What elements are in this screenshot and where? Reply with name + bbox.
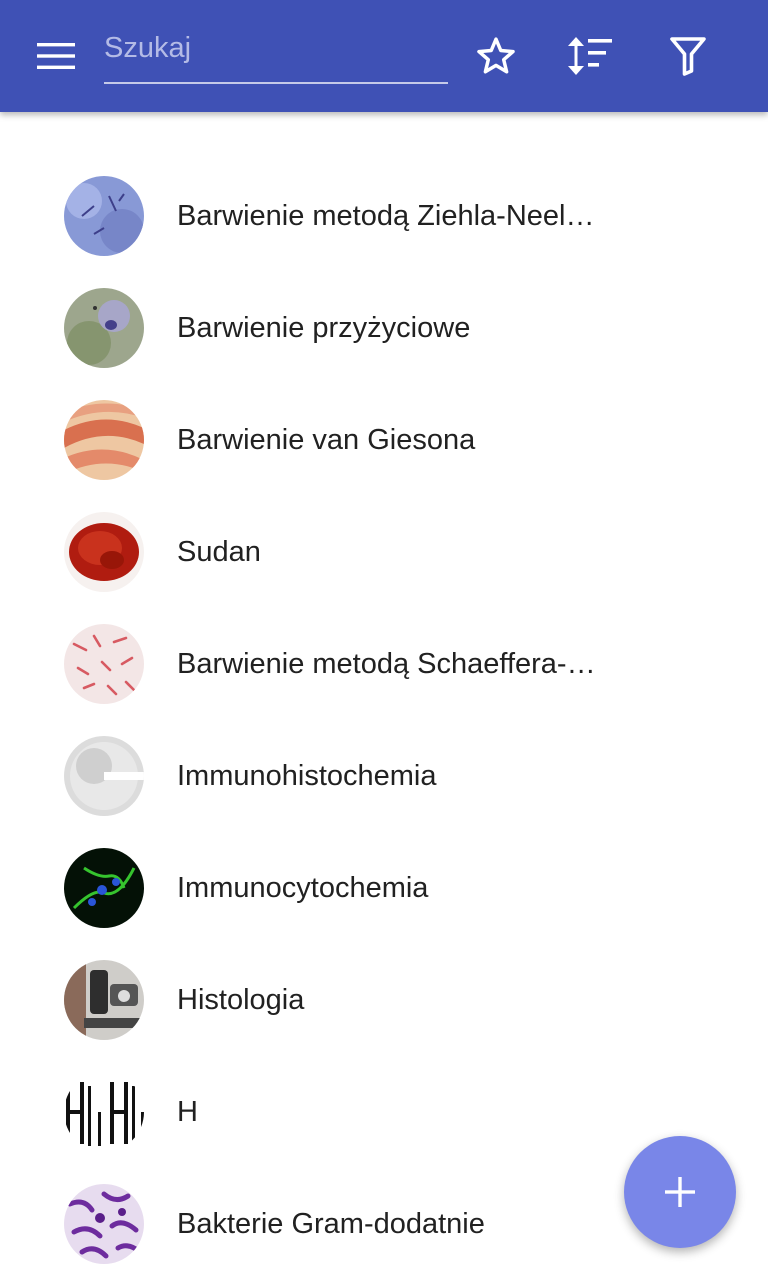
list-item[interactable]: Immunohistochemia xyxy=(0,720,768,832)
item-thumbnail xyxy=(64,736,144,816)
list-item[interactable]: Histologia xyxy=(0,944,768,1056)
item-thumbnail xyxy=(64,176,144,256)
item-thumbnail xyxy=(64,624,144,704)
item-thumbnail xyxy=(64,1072,144,1152)
item-label: Barwienie przyżyciowe xyxy=(177,312,471,344)
item-label: Immunocytochemia xyxy=(177,872,429,904)
search-input[interactable] xyxy=(104,24,448,72)
item-label: Barwienie metodą Ziehla-Neelsena xyxy=(177,200,597,232)
item-label: Barwienie van Giesona xyxy=(177,424,476,456)
item-label: Histologia xyxy=(177,984,305,1016)
filter-icon xyxy=(670,37,706,76)
plus-icon xyxy=(665,1177,695,1207)
list-item[interactable]: Sudan xyxy=(0,496,768,608)
filter-button[interactable] xyxy=(660,30,716,82)
item-thumbnail xyxy=(64,512,144,592)
search-field xyxy=(104,24,448,84)
star-icon xyxy=(477,37,515,74)
favorites-button[interactable] xyxy=(468,30,524,82)
add-button[interactable] xyxy=(624,1136,736,1248)
item-thumbnail xyxy=(64,960,144,1040)
list-item[interactable]: Barwienie metodą Ziehla-Neelsena xyxy=(0,160,768,272)
item-label: Barwienie metodą Schaeffera-Fultona xyxy=(177,648,597,680)
item-label: Immunohistochemia xyxy=(177,760,437,792)
item-label: Bakterie Gram-dodatnie xyxy=(177,1208,485,1240)
list-item[interactable]: Barwienie metodą Schaeffera-Fultona xyxy=(0,608,768,720)
item-label: H xyxy=(177,1096,198,1128)
item-label: Sudan xyxy=(177,536,261,568)
list-item[interactable]: Immunocytochemia xyxy=(0,832,768,944)
list-item[interactable]: Barwienie przyżyciowe xyxy=(0,272,768,384)
sort-button[interactable] xyxy=(563,30,619,82)
list-item[interactable]: Barwienie van Giesona xyxy=(0,384,768,496)
sort-icon xyxy=(568,37,612,75)
app-bar xyxy=(0,0,768,112)
item-thumbnail xyxy=(64,288,144,368)
item-thumbnail xyxy=(64,1184,144,1264)
menu-button[interactable] xyxy=(30,36,82,76)
menu-icon xyxy=(37,43,75,69)
item-thumbnail xyxy=(64,848,144,928)
item-thumbnail xyxy=(64,400,144,480)
